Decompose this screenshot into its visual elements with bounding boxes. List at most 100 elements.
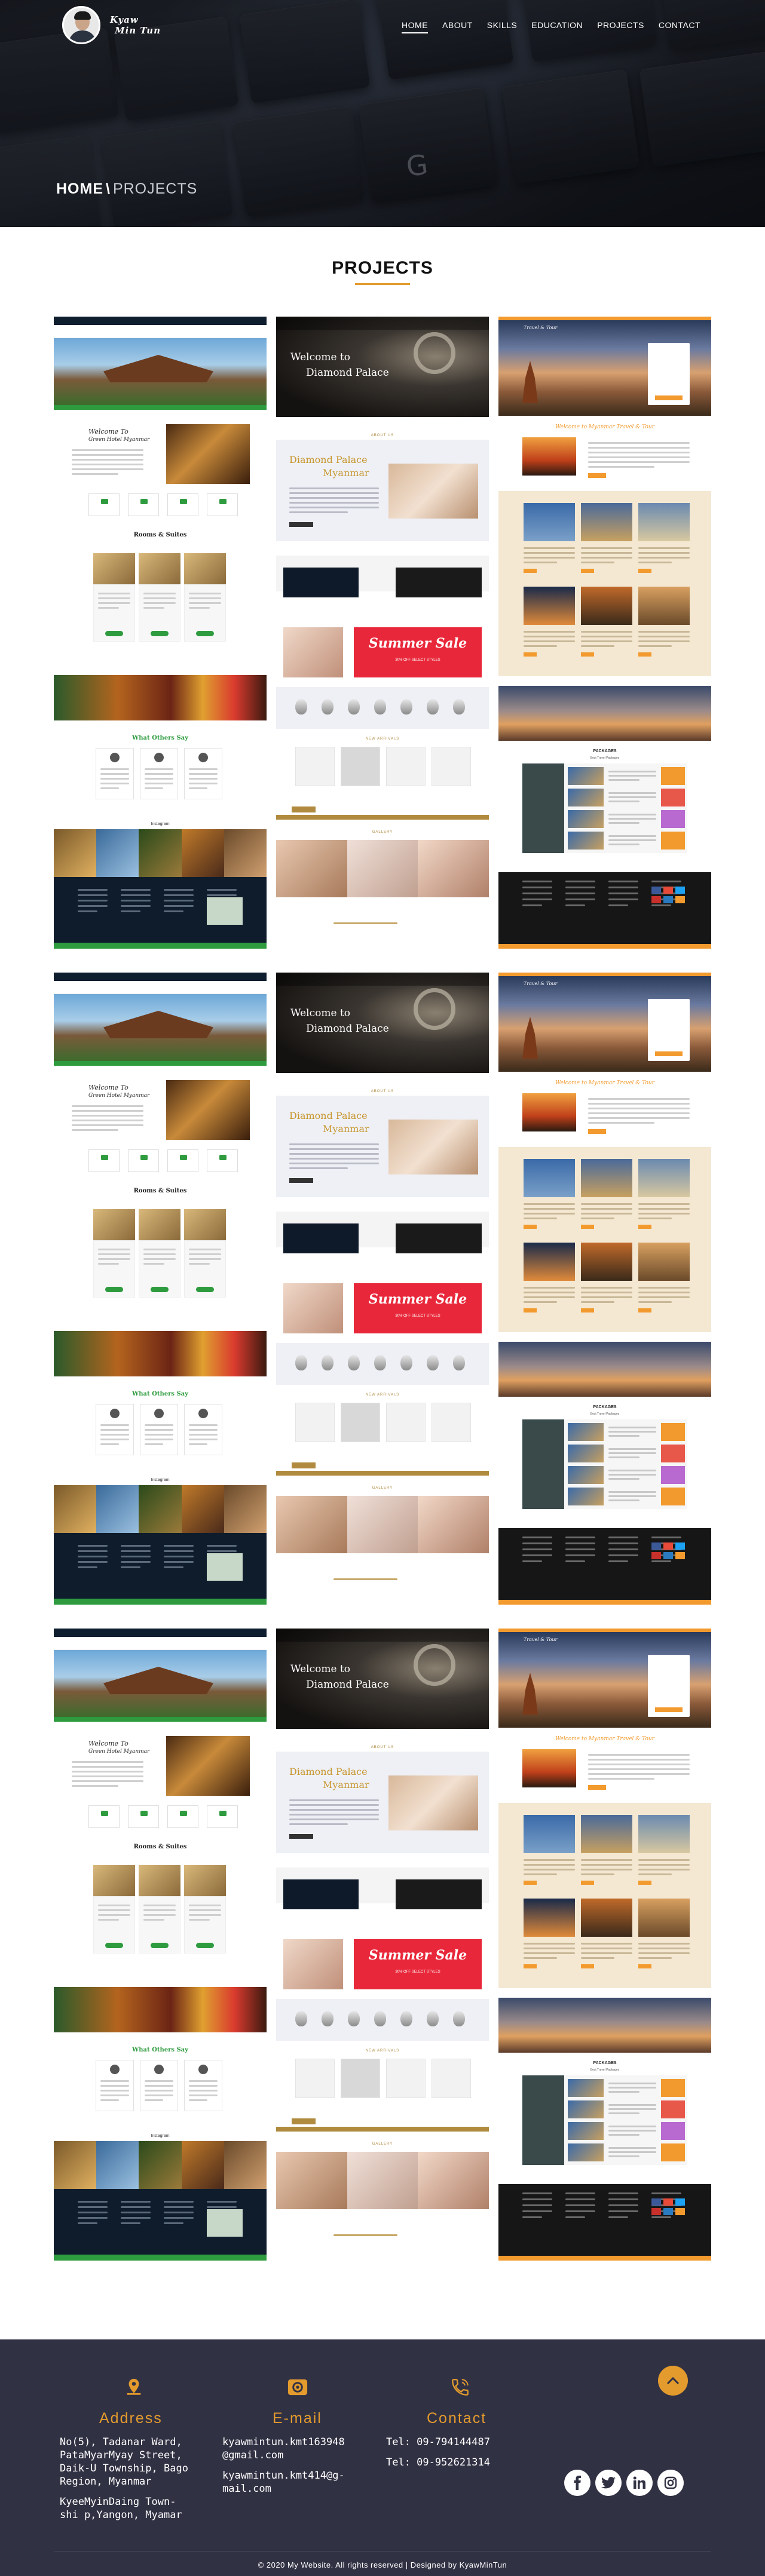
hotel-navbar — [54, 325, 267, 338]
jewelry-hero-line1: Welcome to — [290, 1007, 350, 1019]
facebook-icon[interactable] — [564, 2470, 590, 2496]
jewelry-new-arrivals: NEW ARRIVALS — [365, 1393, 400, 1397]
travel-balloon-banner — [498, 1342, 711, 1397]
hotel-welcome-line2: Green Hotel Myanmar — [88, 437, 150, 443]
email-heading: E-mail — [273, 2410, 322, 2427]
travel-packages-title: PACKAGES — [593, 1405, 617, 1409]
travel-packages-subtitle: Best Travel Packages — [590, 2068, 620, 2072]
twitter-icon[interactable] — [595, 2470, 622, 2496]
travel-welcome: Welcome to Myanmar Travel & Tour — [555, 1080, 654, 1086]
jewelry-dark-banner — [283, 1879, 359, 1909]
footer-contact: Contact Tel: 09-794144487 Tel: 09-952621… — [386, 2375, 524, 2469]
breadcrumb-separator: \ — [106, 180, 111, 197]
phone-icon — [448, 2375, 472, 2399]
jewelry-new-arrivals: NEW ARRIVALS — [365, 2049, 400, 2053]
hotel-culture-banner — [54, 1987, 267, 2032]
jewelry-about-tag: ABOUT US — [371, 434, 394, 437]
hotel-rooms-title: Rooms & Suites — [133, 1188, 187, 1194]
brand-last-name: Min Tun — [115, 25, 161, 36]
title-underline — [355, 283, 410, 285]
hotel-instagram-label: Instagram — [151, 822, 170, 826]
footer-address: Address No(5), Tadanar Ward, PataMyarMya… — [60, 2375, 227, 2522]
nav-about[interactable]: ABOUT — [435, 17, 480, 33]
navbar: Kyaw Min Tun HOME ABOUT SKILLS EDUCATION… — [0, 0, 765, 50]
hotel-culture-banner — [54, 675, 267, 720]
hotel-testimonials-title: What Others Say — [132, 1391, 188, 1397]
hotel-lobby-image — [166, 424, 250, 484]
project-card-travel-website[interactable]: Travel & Tour Welcome to Myanmar Travel &… — [498, 317, 711, 949]
jewelry-sale-banner: Summer Sale 30% OFF SELECT STYLES — [354, 1283, 482, 1333]
profile-avatar[interactable] — [62, 6, 100, 44]
project-card-hotel-website[interactable]: Welcome To Green Hotel Myanmar Rooms & Sui… — [54, 317, 267, 949]
jewelry-ring-image — [388, 1775, 478, 1830]
jewelry-sale-banner: Summer Sale 30% OFF SELECT STYLES — [354, 1939, 482, 1989]
hotel-welcome-line2: Green Hotel Myanmar — [88, 1093, 150, 1099]
brand-first-name: Kyaw — [110, 14, 139, 25]
breadcrumb-home[interactable]: HOME — [56, 180, 103, 197]
jewelry-sale-banner: Summer Sale 30% OFF SELECT STYLES — [354, 627, 482, 677]
jewelry-brand-line2: Myanmar — [323, 467, 369, 479]
jewelry-sale-title: Summer Sale — [368, 1292, 467, 1307]
instagram-icon[interactable] — [657, 2470, 684, 2496]
nav-education[interactable]: EDUCATION — [524, 17, 590, 33]
travel-logo: Travel & Tour — [524, 325, 558, 330]
project-card-travel-website[interactable]: Travel & Tour Welcome to Myanmar Travel &… — [498, 1629, 711, 2261]
hotel-lobby-image — [166, 1080, 250, 1140]
travel-logo: Travel & Tour — [524, 1637, 558, 1642]
jewelry-brand-line2: Myanmar — [323, 1123, 369, 1134]
envelope-icon — [286, 2375, 310, 2399]
travel-balloon-banner — [498, 1998, 711, 2053]
jewelry-sale-subtitle: 30% OFF SELECT STYLES — [395, 1970, 440, 1974]
project-card-jewelry-website[interactable]: Welcome to Diamond Palace ABOUT US Diamond … — [276, 1629, 489, 2261]
travel-balloon-banner — [498, 686, 711, 741]
address-heading: Address — [99, 2410, 163, 2427]
project-card-hotel-website[interactable]: Welcome To Green Hotel Myanmar Rooms & Sui… — [54, 1629, 267, 2261]
jewelry-about-tag: ABOUT US — [371, 1746, 394, 1749]
jewelry-dark-banner — [283, 568, 359, 597]
hotel-navbar — [54, 981, 267, 994]
jewelry-brand-line1: Diamond Palace — [289, 1766, 368, 1777]
hotel-welcome-line1: Welcome To — [88, 1084, 128, 1091]
project-card-jewelry-website[interactable]: Welcome to Diamond Palace ABOUT US Diamond … — [276, 973, 489, 1605]
back-to-top-button[interactable] — [658, 2366, 688, 2396]
site-footer: Address No(5), Tadanar Ward, PataMyarMya… — [0, 2339, 765, 2576]
jewelry-ring-image — [388, 1120, 478, 1174]
hotel-welcome-line1: Welcome To — [88, 1740, 128, 1747]
jewelry-new-arrivals: NEW ARRIVALS — [365, 737, 400, 741]
travel-footer — [498, 872, 711, 944]
travel-welcome: Welcome to Myanmar Travel & Tour — [555, 1736, 654, 1742]
hotel-instagram-label: Instagram — [151, 1478, 170, 1482]
project-card-travel-website[interactable]: Travel & Tour Welcome to Myanmar Travel &… — [498, 973, 711, 1605]
footer-email: E-mail kyawmintun.kmt163948 @gmail.com k… — [222, 2375, 396, 2495]
breadcrumb: HOME \ PROJECTS — [56, 180, 197, 198]
nav-contact[interactable]: CONTACT — [651, 17, 708, 33]
hotel-topbar — [54, 1629, 267, 1637]
project-card-jewelry-website[interactable]: Welcome to Diamond Palace ABOUT US Diamond … — [276, 317, 489, 949]
linkedin-icon[interactable] — [626, 2470, 653, 2496]
project-card-hotel-website[interactable]: Welcome To Green Hotel Myanmar Rooms & Sui… — [54, 973, 267, 1605]
hotel-testimonials-title: What Others Say — [132, 735, 188, 741]
nav-projects[interactable]: PROJECTS — [590, 17, 651, 33]
email-text[interactable]: kyawmintun.kmt163948 @gmail.com kyawmint… — [222, 2436, 396, 2495]
jewelry-gallery: GALLERY — [372, 830, 393, 834]
travel-packages-title: PACKAGES — [593, 749, 617, 753]
jewelry-brand-line1: Diamond Palace — [289, 1110, 368, 1121]
hotel-rooms-title: Rooms & Suites — [133, 532, 187, 538]
location-pin-icon — [122, 2375, 146, 2399]
travel-packages-subtitle: Best Travel Packages — [590, 1412, 620, 1416]
jewelry-gallery: GALLERY — [372, 2142, 393, 2146]
hero-banner: G Kyaw Min Tun HOME ABOUT SKILLS EDUCATI… — [0, 0, 765, 227]
brand-name[interactable]: Kyaw Min Tun — [110, 14, 161, 36]
nav-skills[interactable]: SKILLS — [480, 17, 524, 33]
phone-text[interactable]: Tel: 09-794144487 Tel: 09-952621314 — [386, 2436, 524, 2469]
travel-packages-subtitle: Best Travel Packages — [590, 756, 620, 760]
travel-packages-title: PACKAGES — [593, 2061, 617, 2065]
copyright-text: © 2020 My Website. All rights reserved |… — [258, 2560, 507, 2569]
jewelry-sale-title: Summer Sale — [368, 1948, 467, 1963]
jewelry-hero-line1: Welcome to — [290, 351, 350, 363]
jewelry-sale-subtitle: 30% OFF SELECT STYLES — [395, 658, 440, 662]
jewelry-hero-line2: Diamond Palace — [306, 1023, 389, 1035]
hotel-lobby-image — [166, 1736, 250, 1796]
jewelry-dark-banner — [283, 1223, 359, 1253]
nav-home[interactable]: HOME — [394, 17, 435, 33]
